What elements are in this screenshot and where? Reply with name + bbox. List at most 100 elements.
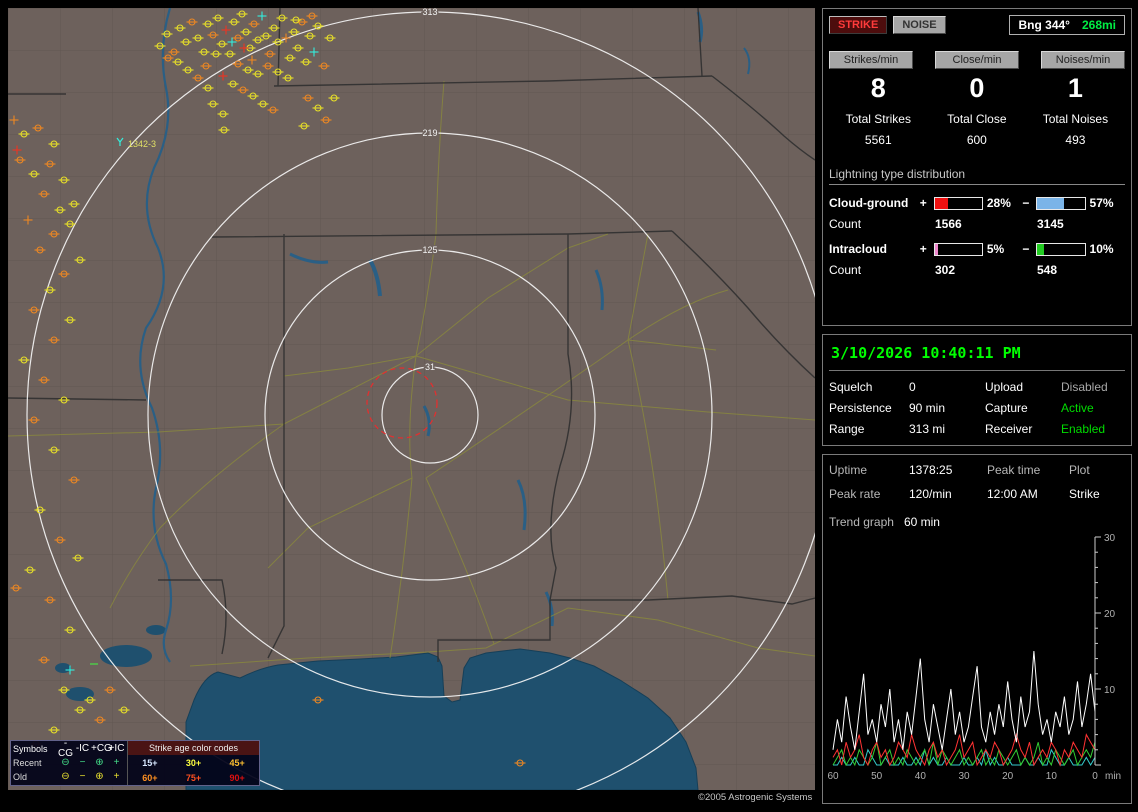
capture-label: Capture [985,401,1061,415]
legend-age-old-row: 60+ 75+ 90+ [128,770,259,785]
total-close-value: 600 [928,133,1027,147]
ic-plus-pct: 5% [987,242,1022,256]
total-noises: Total Noises 493 [1026,112,1125,147]
recent-ncg-icon: ⊖ [57,758,74,768]
legend-age-table: Strike age color codes 15+ 30+ 45+ 60+ 7… [128,741,259,785]
ic-plus-count: 302 [921,263,1023,277]
age-60: 60+ [142,773,157,783]
uptime-label: Uptime [829,463,909,477]
plot-label: Plot [1069,463,1125,477]
noises-per-min-value: 1 [1026,73,1125,104]
noises-per-min-button[interactable]: Noises/min [1041,51,1125,69]
svg-text:0: 0 [1092,771,1098,782]
minus-sign: − [1022,242,1032,256]
uptime-value: 1378:25 [909,463,987,477]
bearing-distance: 268mi [1082,18,1116,32]
svg-text:10: 10 [1104,685,1116,696]
total-strikes-label: Total Strikes [829,112,928,126]
total-strikes: Total Strikes 5561 [829,112,928,147]
legend-recent-label: Recent [13,758,57,768]
svg-text:30: 30 [1104,533,1116,544]
system-settings-section: 3/10/2026 10:40:11 PM Squelch 0 Upload D… [822,334,1132,446]
lake [66,687,94,701]
distribution-title: Lightning type distribution [829,167,1125,185]
range-ring-label: 125 [422,245,437,255]
cg-minus-count: 3145 [1023,217,1125,231]
upload-label: Upload [985,380,1061,394]
strike-mode-button[interactable]: STRIKE [829,16,887,34]
strikes-per-min-button[interactable]: Strikes/min [829,51,913,69]
trend-line-intracloud [833,742,1095,765]
old-pic-icon: + [108,772,125,782]
uptime-grid: Uptime 1378:25 Peak time Plot Peak rate … [829,463,1125,501]
datetime-display: 3/10/2026 10:40:11 PM [829,341,1125,371]
bearing-value: Bng 344° [1018,18,1069,32]
settings-grid: Squelch 0 Upload Disabled Persistence 90… [829,380,1125,436]
recent-nic-icon: − [74,758,91,768]
capture-status: Active [1061,401,1125,415]
age-15: 15+ [142,758,157,768]
peak-time-label: Peak time [987,463,1069,477]
trend-series [833,651,1095,765]
age-30: 30+ [186,758,201,768]
cloud-ground-row: Cloud-ground + 28% − 57% [829,196,1125,210]
legend-age-recent-row: 15+ 30+ 45+ [128,755,259,770]
total-close-label: Total Close [928,112,1027,126]
close-per-min-value: 0 [928,73,1027,104]
squelch-value: 0 [909,380,985,394]
legend-col-nic: -IC [74,744,91,754]
legend-col-pcg: +CG [91,744,108,754]
app-window: 31321912531 1342-3 Symbols -CG -IC +CG +… [0,0,1138,812]
svg-text:40: 40 [915,771,927,782]
ic-minus-pct: 10% [1090,242,1125,256]
peak-rate-value: 120/min [909,487,987,501]
cg-plus-pct: 28% [987,196,1022,210]
old-nic-icon: − [74,772,91,782]
legend-col-ncg: -CG [57,739,74,759]
recent-pic-icon: + [108,758,125,768]
old-ncg-icon: ⊖ [57,772,74,782]
mode-toolbar: STRIKE NOISE Bng 344° 268mi [829,15,1125,35]
svg-text:min: min [1105,771,1121,782]
trend-graph-header: Trend graph 60 min [829,515,1125,529]
trend-axis: 3020106050403020100min [827,533,1121,782]
total-noises-label: Total Noises [1026,112,1125,126]
lake [146,625,166,635]
intracloud-row: Intracloud + 5% − 10% [829,242,1125,256]
receiver-status: Enabled [1061,422,1125,436]
ic-minus-bar [1036,243,1085,256]
intracloud-label: Intracloud [829,242,920,256]
squelch-label: Squelch [829,380,909,394]
rate-values-row: 8 0 1 [829,73,1125,104]
peak-time-value: 12:00 AM [987,487,1069,501]
map-canvas: 31321912531 1342-3 [8,8,815,790]
cg-plus-count: 1566 [921,217,1023,231]
old-pcg-icon: ⊕ [91,772,108,782]
svg-text:60: 60 [827,771,839,782]
svg-text:10: 10 [1046,771,1058,782]
legend-symbols-table: Symbols -CG -IC +CG +IC Recent ⊖ − ⊕ + O… [11,741,128,785]
plus-sign: + [920,242,930,256]
legend-age-header: Strike age color codes [128,741,259,755]
copyright-text: ©2005 Astrogenic Systems [698,792,812,803]
trend-section: Uptime 1378:25 Peak time Plot Peak rate … [822,454,1132,804]
strike-stats-section: STRIKE NOISE Bng 344° 268mi Strikes/min … [822,8,1132,326]
total-noises-value: 493 [1026,133,1125,147]
cloud-ground-count-row: Count 1566 3145 [829,217,1125,231]
cg-plus-bar [934,197,983,210]
station-label: 1342-3 [128,139,156,149]
upload-status: Disabled [1061,380,1125,394]
persistence-label: Persistence [829,401,909,415]
minus-sign: − [1022,196,1032,210]
lake [100,645,152,667]
close-per-min-button[interactable]: Close/min [935,51,1019,69]
age-75: 75+ [186,773,201,783]
svg-text:20: 20 [1002,771,1014,782]
noise-mode-button[interactable]: NOISE [893,16,945,34]
trend-line-strikes [833,651,1095,750]
totals-row: Total Strikes 5561 Total Close 600 Total… [829,112,1125,147]
map-legend: Symbols -CG -IC +CG +IC Recent ⊖ − ⊕ + O… [10,740,260,786]
range-ring-label: 219 [422,128,437,138]
peak-rate-label: Peak rate [829,487,909,501]
lightning-map[interactable]: 31321912531 1342-3 Symbols -CG -IC +CG +… [8,8,815,790]
